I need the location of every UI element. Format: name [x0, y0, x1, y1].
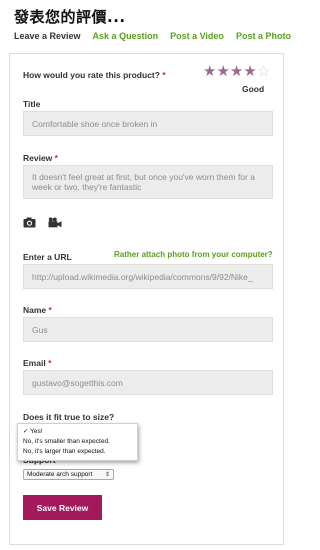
tab-leave-review[interactable]: Leave a Review — [14, 31, 81, 41]
page-title: 發表您的評價... — [14, 8, 126, 26]
tab-post-photo[interactable]: Post a Photo — [236, 31, 291, 41]
star-icon[interactable]: ★ — [230, 64, 243, 79]
name-input[interactable]: Gus — [23, 317, 273, 342]
support-select-value: Moderate arch support — [27, 471, 93, 478]
email-input[interactable]: gustavo@sogetthis.com — [23, 370, 273, 395]
fit-option-larger[interactable]: No, it's larger than expected. — [18, 447, 137, 457]
star-icon[interactable]: ★ — [203, 64, 216, 79]
rating-question: How would you rate this product? * — [23, 70, 166, 80]
review-label: Review * — [23, 153, 58, 163]
star-icon[interactable]: ★ — [216, 64, 229, 79]
url-input[interactable]: http://upload.wikimedia.org/wikipedia/co… — [23, 264, 273, 289]
star-empty-icon[interactable]: ☆ — [257, 64, 270, 79]
tab-post-video[interactable]: Post a Video — [170, 31, 224, 41]
tab-ask-question[interactable]: Ask a Question — [93, 31, 159, 41]
rating-text: Good — [242, 84, 265, 94]
review-textarea[interactable]: It doesn't feel great at first, but once… — [23, 165, 273, 199]
fit-option-yes[interactable]: ✓ Yes! — [18, 427, 137, 437]
url-label: Enter a URL — [23, 252, 72, 262]
title-label: Title — [23, 99, 41, 109]
star-icon[interactable]: ★ — [243, 64, 256, 79]
media-buttons — [23, 217, 62, 228]
fit-dropdown-menu[interactable]: ✓ Yes! No, it's smaller than expected. N… — [17, 423, 138, 461]
review-tabs: Leave a Review Ask a Question Post a Vid… — [14, 31, 291, 41]
save-review-button[interactable]: Save Review — [23, 495, 102, 520]
review-form: How would you rate this product? * ★ ★ ★… — [9, 53, 284, 545]
attach-photo-link[interactable]: Rather attach photo from your computer? — [114, 250, 273, 259]
star-rating[interactable]: ★ ★ ★ ★ ☆ — [203, 64, 270, 79]
email-label: Email * — [23, 358, 52, 368]
camera-icon[interactable] — [23, 217, 36, 228]
name-label: Name * — [23, 305, 52, 315]
support-select[interactable]: Moderate arch support ⇕ — [23, 469, 114, 480]
fit-option-smaller[interactable]: No, it's smaller than expected. — [18, 437, 137, 447]
title-input[interactable]: Comfortable shoe once broken in — [23, 111, 273, 136]
select-arrows-icon: ⇕ — [104, 472, 110, 478]
fit-question: Does it fit true to size? — [23, 412, 115, 422]
video-camera-icon[interactable] — [48, 217, 62, 228]
